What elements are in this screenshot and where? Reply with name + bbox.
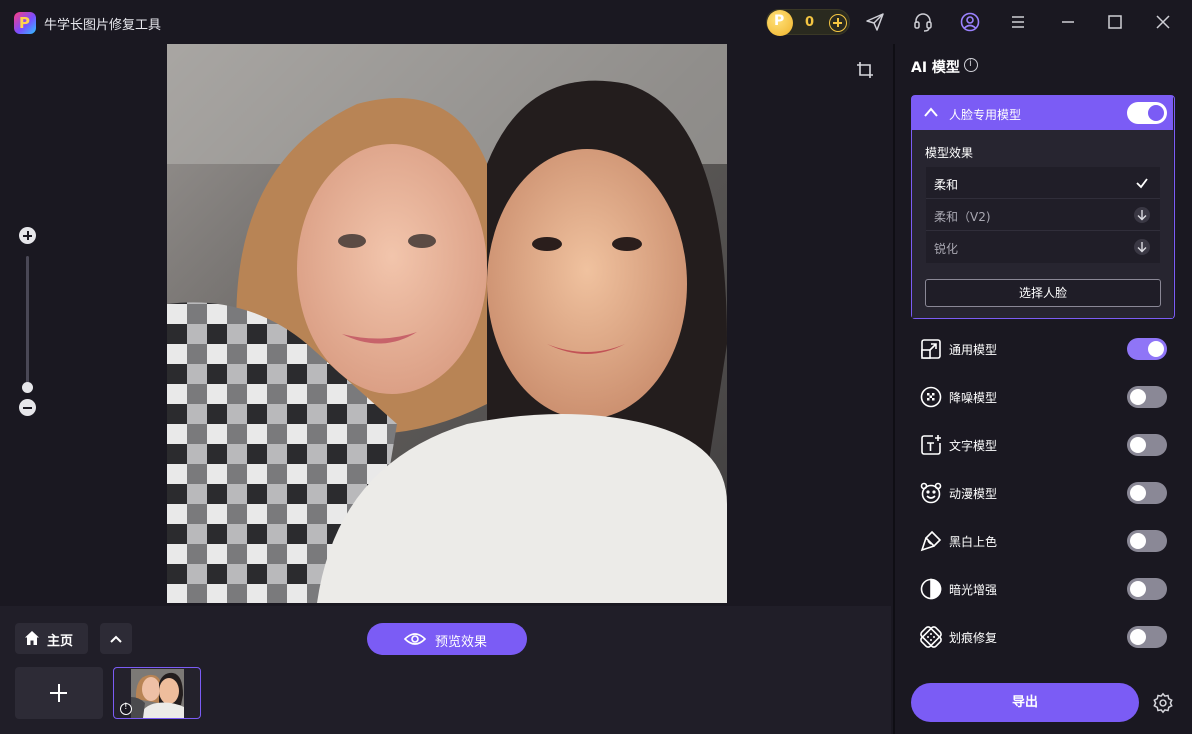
denoise-icon: [919, 385, 943, 409]
ai-model-panel: AI 模型 人脸专用模型 模型效果 柔和 柔和（V2): [895, 44, 1192, 734]
effect-option-soft[interactable]: 柔和: [926, 167, 1160, 199]
check-icon: [1136, 178, 1148, 189]
app-title: 牛学长图片修复工具: [44, 18, 162, 33]
face-model-header[interactable]: 人脸专用模型: [912, 96, 1173, 130]
expand-thumbnails-button[interactable]: [100, 623, 132, 654]
home-button[interactable]: 主页: [15, 623, 88, 654]
model-label: 动漫模型: [949, 487, 998, 501]
home-icon: [25, 631, 39, 645]
title-bar: P 牛学长图片修复工具 P 0: [0, 0, 1192, 44]
face-model-options: 模型效果 柔和 柔和（V2) 锐化 选择人脸: [912, 130, 1173, 318]
upscale-icon: [919, 337, 943, 361]
model-row-anime[interactable]: 动漫模型: [919, 479, 1169, 507]
model-row-scratch[interactable]: 划痕修复: [919, 623, 1169, 651]
gear-icon[interactable]: [1152, 692, 1174, 714]
maximize-icon[interactable]: [1104, 11, 1126, 33]
zoom-slider-handle[interactable]: [22, 382, 33, 393]
account-icon[interactable]: [959, 11, 981, 33]
effect-option-soft-v2[interactable]: 柔和（V2): [926, 199, 1160, 231]
preview-effect-button[interactable]: 预览效果: [367, 623, 527, 655]
export-button[interactable]: 导出: [911, 683, 1139, 722]
app-logo-icon: P: [14, 12, 36, 34]
anime-model-toggle[interactable]: [1127, 482, 1167, 504]
download-icon[interactable]: [1134, 207, 1150, 223]
info-icon[interactable]: [964, 58, 978, 72]
image-canvas[interactable]: [0, 44, 891, 606]
effect-option-sharpen[interactable]: 锐化: [926, 231, 1160, 263]
model-row-denoise[interactable]: 降噪模型: [919, 383, 1169, 411]
option-label: 柔和: [934, 178, 959, 192]
thumbnail-info-icon[interactable]: [120, 702, 132, 715]
model-label: 文字模型: [949, 439, 998, 453]
download-icon[interactable]: [1134, 239, 1150, 255]
coin-icon: P: [767, 10, 793, 36]
image-thumbnail[interactable]: [113, 667, 201, 719]
zoom-slider[interactable]: [26, 256, 29, 390]
effect-label: 模型效果: [925, 146, 974, 160]
model-row-lowlight[interactable]: 暗光增强: [919, 575, 1169, 603]
general-model-toggle[interactable]: [1127, 338, 1167, 360]
option-label: 柔和（V2): [934, 210, 991, 224]
preview-label: 预览效果: [435, 635, 488, 650]
panel-title: AI 模型: [911, 60, 960, 76]
add-coins-icon[interactable]: [829, 14, 847, 32]
colorize-icon: [919, 529, 943, 553]
effect-option-list: 柔和 柔和（V2) 锐化: [926, 167, 1160, 263]
home-label: 主页: [47, 634, 74, 649]
model-label: 黑白上色: [949, 535, 998, 549]
face-model-label: 人脸专用模型: [949, 108, 1022, 122]
denoise-model-toggle[interactable]: [1127, 386, 1167, 408]
model-label: 降噪模型: [949, 391, 998, 405]
model-row-colorize[interactable]: 黑白上色: [919, 527, 1169, 555]
preview-image[interactable]: [167, 44, 727, 603]
coin-count: 0: [805, 15, 815, 30]
lowlight-model-toggle[interactable]: [1127, 578, 1167, 600]
support-headset-icon[interactable]: [912, 11, 934, 33]
zoom-in-icon[interactable]: [19, 227, 36, 244]
chevron-up-icon[interactable]: [923, 106, 939, 118]
bottom-toolbar: 主页 预览效果: [0, 606, 891, 734]
face-model-card: 人脸专用模型 模型效果 柔和 柔和（V2) 锐化 选择人脸: [911, 95, 1175, 319]
model-row-general[interactable]: 通用模型: [919, 335, 1169, 363]
zoom-out-icon[interactable]: [19, 399, 36, 416]
model-label: 通用模型: [949, 343, 998, 357]
scratch-icon: [919, 625, 943, 649]
send-icon[interactable]: [864, 11, 886, 33]
anime-icon: [919, 481, 943, 505]
add-image-button[interactable]: [15, 667, 103, 719]
chevron-up-icon: [110, 635, 122, 643]
lowlight-icon: [919, 577, 943, 601]
text-model-toggle[interactable]: [1127, 434, 1167, 456]
crop-icon[interactable]: [855, 60, 875, 80]
thumbnail-image: [131, 669, 184, 718]
scratch-model-toggle[interactable]: [1127, 626, 1167, 648]
select-face-button[interactable]: 选择人脸: [925, 279, 1161, 307]
app-window: P 牛学长图片修复工具 P 0 主页 预览效果 ! AI 模型 i 人脸专用模型…: [0, 0, 1192, 734]
face-model-toggle[interactable]: [1127, 102, 1167, 124]
close-icon[interactable]: [1152, 11, 1174, 33]
minimize-icon[interactable]: [1057, 11, 1079, 33]
model-label: 暗光增强: [949, 583, 998, 597]
menu-icon[interactable]: [1007, 11, 1029, 33]
colorize-model-toggle[interactable]: [1127, 530, 1167, 552]
model-label: 划痕修复: [949, 631, 998, 645]
option-label: 锐化: [934, 242, 959, 256]
model-row-text[interactable]: 文字模型: [919, 431, 1169, 459]
eye-icon: [404, 633, 426, 645]
text-icon: [919, 433, 943, 457]
coin-balance[interactable]: P 0: [766, 9, 850, 36]
